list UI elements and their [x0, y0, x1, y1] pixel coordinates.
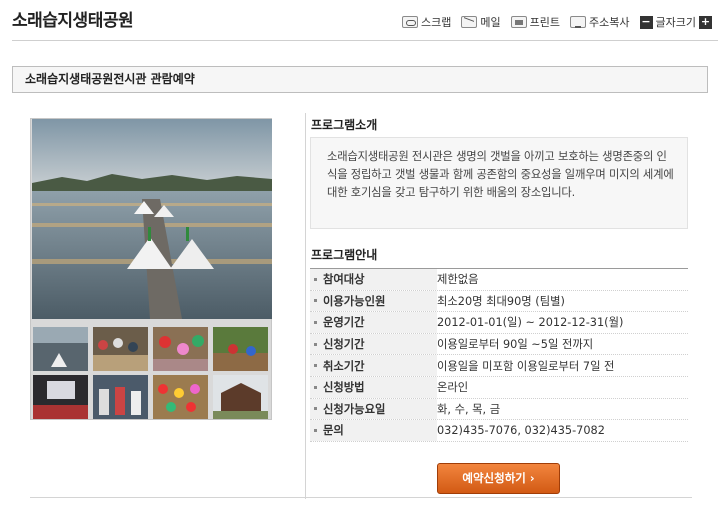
- info-row-days: 신청가능요일 화, 수, 목, 금: [310, 398, 688, 421]
- info-row-target: 참여대상 제한없음: [310, 269, 688, 291]
- copy-address-button[interactable]: 주소복사: [570, 14, 630, 30]
- program-guide-heading: 프로그램안내: [311, 248, 378, 262]
- info-label: 신청가능요일: [323, 402, 386, 416]
- toolbar: 스크랩 메일 프린트 주소복사 − 글자크기 +: [402, 14, 712, 30]
- bullet-icon: [314, 407, 317, 411]
- font-size-label: 글자크기: [655, 16, 696, 29]
- info-row-contact: 문의 032)435-7076, 032)435-7082: [310, 420, 688, 442]
- printer-icon: [510, 16, 527, 28]
- main-photo-salt-pans: [32, 119, 272, 319]
- scrap-label: 스크랩: [421, 16, 452, 29]
- download-icon: [570, 16, 587, 28]
- info-value: 032)435-7076, 032)435-7082: [437, 423, 605, 437]
- bottom-divider: [30, 497, 692, 498]
- mail-button[interactable]: 메일: [461, 14, 501, 30]
- info-value: 온라인: [437, 381, 469, 395]
- font-increase-button[interactable]: +: [699, 15, 712, 29]
- section-title: 소래습지생태공원전시관 관람예약: [12, 66, 708, 93]
- link-icon: [402, 16, 419, 28]
- bullet-icon: [314, 320, 317, 324]
- bullet-icon: [314, 342, 317, 346]
- thumbnail-group[interactable]: [153, 327, 208, 371]
- info-value: 이용일을 미포함 이용일로부터 7일 전: [437, 359, 615, 373]
- info-row-period: 운영기간 2012-01-01(일) ~ 2012-12-31(월): [310, 312, 688, 334]
- bullet-icon: [314, 364, 317, 368]
- program-intro-heading: 프로그램소개: [311, 118, 378, 132]
- thumbnail-children[interactable]: [153, 375, 208, 419]
- mail-label: 메일: [480, 16, 501, 29]
- thumbnail-building[interactable]: [213, 375, 268, 419]
- copy-address-label: 주소복사: [589, 16, 630, 29]
- info-label: 취소기간: [323, 359, 365, 373]
- print-label: 프린트: [529, 16, 561, 29]
- print-button[interactable]: 프린트: [510, 14, 561, 30]
- header-divider: [12, 40, 718, 41]
- info-value: 제한없음: [437, 273, 479, 287]
- thumbnail-crowd[interactable]: [93, 327, 148, 371]
- info-label: 참여대상: [323, 273, 365, 287]
- info-row-apply-method: 신청방법 온라인: [310, 376, 688, 399]
- column-divider: [305, 113, 306, 499]
- photo-gallery: [30, 118, 272, 420]
- font-decrease-button[interactable]: −: [639, 15, 653, 29]
- info-row-apply-period: 신청기간 이용일로부터 90일 ~5일 전까지: [310, 333, 688, 356]
- bullet-icon: [314, 277, 317, 281]
- font-size-control: − 글자크기 +: [639, 14, 712, 30]
- thumbnail-field[interactable]: [213, 327, 268, 371]
- thumbnail-salt[interactable]: [33, 327, 88, 371]
- info-value: 2012-01-01(일) ~ 2012-12-31(월): [437, 316, 624, 330]
- info-value: 최소20명 최대90명 (팀별): [437, 294, 565, 308]
- info-label: 신청기간: [323, 338, 365, 352]
- thumbnail-screen[interactable]: [33, 375, 88, 419]
- info-row-capacity: 이용가능인원 최소20명 최대90명 (팀별): [310, 290, 688, 313]
- info-label: 신청방법: [323, 381, 365, 395]
- info-row-cancel-period: 취소기간 이용일을 미포함 이용일로부터 7일 전: [310, 355, 688, 377]
- info-value: 화, 수, 목, 금: [437, 402, 501, 416]
- mail-icon: [461, 16, 478, 28]
- info-label: 운영기간: [323, 316, 365, 330]
- info-label: 문의: [323, 424, 344, 438]
- thumbnail-grid: [33, 327, 271, 419]
- page-title: 소래습지생태공원: [12, 11, 134, 31]
- reserve-button[interactable]: 예약신청하기 ›: [437, 463, 560, 494]
- bullet-icon: [314, 428, 317, 432]
- program-intro-text: 소래습지생태공원 전시관은 생명의 갯벌을 아끼고 보호하는 생명존중의 인식을…: [310, 137, 688, 229]
- scrap-button[interactable]: 스크랩: [402, 14, 451, 30]
- bullet-icon: [314, 385, 317, 389]
- thumbnail-visitors[interactable]: [93, 375, 148, 419]
- bullet-icon: [314, 299, 317, 303]
- info-value: 이용일로부터 90일 ~5일 전까지: [437, 338, 594, 352]
- program-info-table: 참여대상 제한없음 이용가능인원 최소20명 최대90명 (팀별) 운영기간 2…: [310, 269, 688, 442]
- info-label: 이용가능인원: [323, 294, 386, 308]
